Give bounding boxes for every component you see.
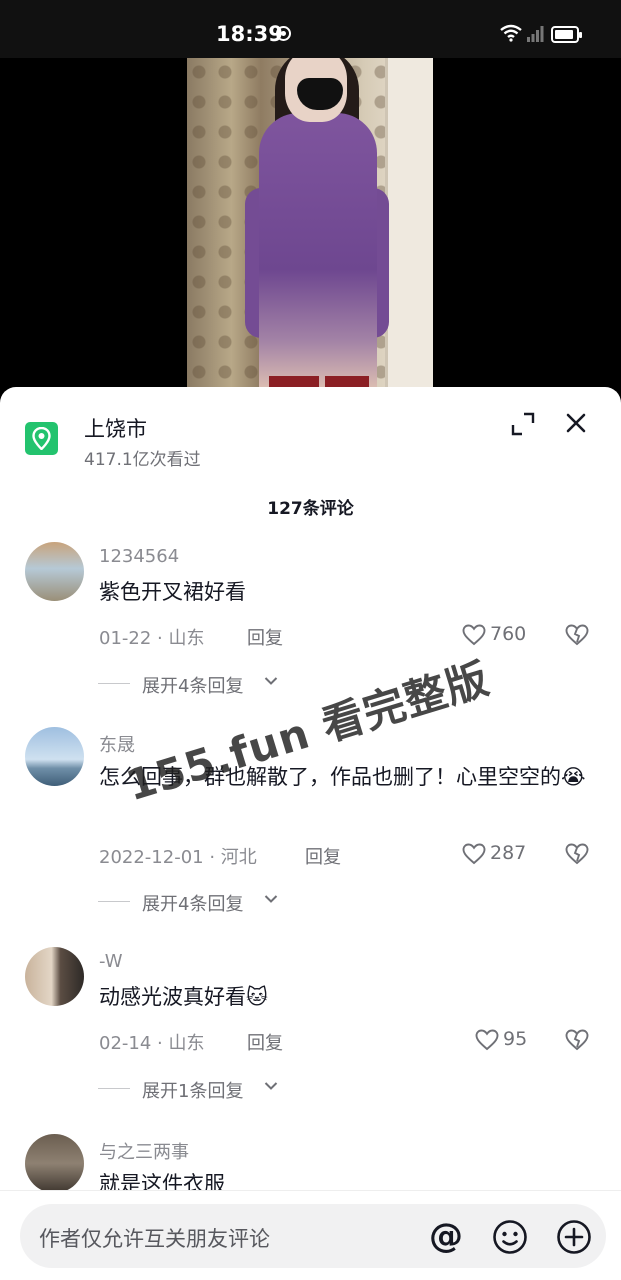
chevron-down-icon — [264, 677, 278, 685]
comment-item: 1234564 紫色开叉裙好看 01-22 · 山东 回复 760 展开4条回复 — [0, 540, 621, 700]
comment-text: 动感光波真好看🐱 — [99, 985, 268, 1009]
chevron-down-icon — [264, 895, 278, 903]
comment-username[interactable]: -W — [99, 951, 123, 972]
wifi-icon — [500, 24, 522, 42]
at-icon[interactable]: @ — [427, 1217, 465, 1255]
comment-item: 与之三两事 就是这件衣服 — [0, 1132, 621, 1196]
comment-input-bar: 作者仅允许互关朋友评论 @ — [0, 1190, 621, 1280]
expand-replies-button[interactable]: 展开4条回复 — [98, 672, 298, 697]
signal-icon — [527, 26, 544, 42]
location-views: 417.1亿次看过 — [84, 450, 201, 470]
dislike-heart-icon[interactable] — [565, 624, 589, 646]
expand-icon[interactable] — [510, 411, 536, 437]
close-icon[interactable] — [562, 409, 590, 437]
reply-button[interactable]: 回复 — [305, 843, 341, 869]
comment-count-title: 127条评论 — [267, 499, 354, 519]
comment-input[interactable]: 作者仅允许互关朋友评论 @ — [20, 1204, 606, 1268]
heart-icon — [462, 843, 486, 865]
video-player[interactable] — [0, 58, 621, 398]
comment-text: 紫色开叉裙好看 — [99, 580, 246, 604]
location-name[interactable]: 上饶市 — [84, 413, 147, 443]
chevron-down-icon — [264, 1082, 278, 1090]
heart-icon — [475, 1029, 499, 1051]
avatar[interactable] — [25, 727, 84, 786]
battery-icon — [551, 26, 582, 43]
heart-icon — [462, 624, 486, 646]
comment-date-location: 01-22 · 山东 — [99, 628, 205, 649]
dislike-heart-icon[interactable] — [565, 843, 589, 865]
location-service-icon — [276, 26, 291, 41]
comment-date-location: 2022-12-01 · 河北 — [99, 847, 257, 868]
dislike-heart-icon[interactable] — [565, 1029, 589, 1051]
like-count: 760 — [490, 623, 527, 645]
like-count: 287 — [490, 842, 527, 864]
comment-panel: 上饶市 417.1亿次看过 127条评论 1234564 紫色开叉裙好看 01-… — [0, 387, 621, 1280]
like-button[interactable]: 760 — [462, 623, 532, 647]
video-frame — [187, 58, 433, 398]
reply-button[interactable]: 回复 — [247, 1029, 283, 1055]
avatar[interactable] — [25, 542, 84, 601]
like-button[interactable]: 287 — [462, 842, 532, 866]
emoji-icon[interactable] — [492, 1219, 528, 1255]
comment-item: -W 动感光波真好看🐱 02-14 · 山东 回复 95 展开1条回复 — [0, 945, 621, 1105]
add-icon[interactable] — [556, 1219, 592, 1255]
like-count: 95 — [503, 1028, 528, 1050]
comment-username[interactable]: 与之三两事 — [99, 1138, 189, 1164]
comment-input-placeholder: 作者仅允许互关朋友评论 — [39, 1227, 270, 1251]
reply-button[interactable]: 回复 — [247, 624, 283, 650]
avatar[interactable] — [25, 1134, 84, 1193]
expand-replies-button[interactable]: 展开1条回复 — [98, 1077, 298, 1102]
status-time: 18:39 — [216, 22, 283, 46]
comment-date-location: 02-14 · 山东 — [99, 1033, 205, 1054]
location-pin-icon[interactable] — [25, 422, 58, 455]
status-bar: 18:39 — [0, 0, 621, 58]
avatar[interactable] — [25, 947, 84, 1006]
comment-username[interactable]: 1234564 — [99, 546, 179, 567]
like-button[interactable]: 95 — [475, 1028, 535, 1052]
expand-replies-button[interactable]: 展开4条回复 — [98, 890, 298, 915]
